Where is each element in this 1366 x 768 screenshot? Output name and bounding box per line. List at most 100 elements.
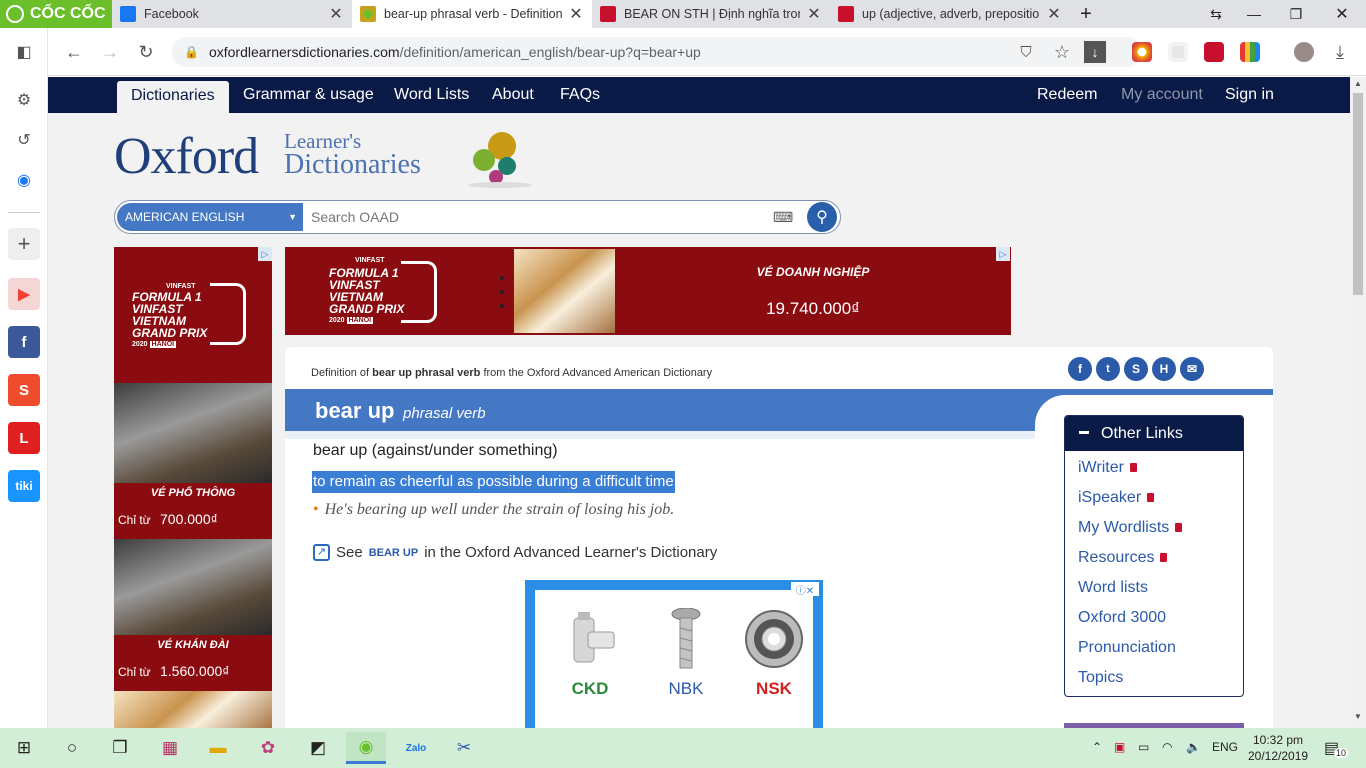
downloads-icon[interactable]: ⤓ — [1326, 38, 1354, 66]
scroll-down-icon[interactable]: ▼ — [1350, 712, 1366, 726]
snipping-icon[interactable]: ✂ — [444, 732, 484, 764]
tray-chevron-icon[interactable]: ⌃ — [1092, 740, 1102, 754]
sidebar-toggle-icon[interactable]: ◧ — [8, 36, 40, 68]
bearing-icon — [745, 610, 803, 668]
tab-cambridge[interactable]: BEAR ON STH | Định nghĩa trong T ✕ — [592, 0, 830, 28]
volume-icon[interactable]: 🔈 — [1186, 740, 1201, 754]
battery-icon[interactable]: ▭ — [1138, 740, 1149, 754]
tab-up[interactable]: up (adjective, adverb, preposition) ✕ — [830, 0, 1070, 28]
tiki-icon[interactable]: tiki — [8, 470, 40, 502]
left-banner-ad[interactable]: VINFAST FORMULA 1 VINFAST VIETNAM GRAND … — [114, 247, 272, 728]
scroll-thumb[interactable] — [1353, 93, 1363, 295]
twitter-share-icon[interactable]: t — [1096, 357, 1120, 381]
tab-facebook[interactable]: Facebook ✕ — [112, 0, 352, 28]
color-extension-icon[interactable] — [1240, 42, 1260, 62]
close-tab-icon[interactable]: ✕ — [806, 4, 822, 24]
forward-icon[interactable]: → — [96, 38, 124, 66]
tab-list-icon[interactable]: ⇆ — [1196, 0, 1236, 28]
scroll-up-icon[interactable]: ▲ — [1350, 79, 1366, 93]
history-icon[interactable]: ↺ — [8, 124, 40, 156]
nav-sign-in[interactable]: Sign in — [1225, 77, 1274, 113]
shield-icon[interactable]: ⛉ — [1012, 38, 1040, 66]
reddit-share-icon[interactable]: H — [1152, 357, 1176, 381]
close-tab-icon[interactable]: ✕ — [328, 4, 344, 24]
other-links-header[interactable]: Other Links — [1065, 416, 1243, 451]
coccoc-extension-icon[interactable] — [1132, 42, 1152, 62]
task-view-icon[interactable]: ❒ — [100, 732, 140, 764]
product-ad[interactable]: CKD NBK NSK ⓘ✕ — [525, 580, 823, 728]
coccoc-taskbar-icon[interactable]: ◉ — [346, 732, 386, 764]
other-link[interactable]: iSpeaker — [1078, 489, 1155, 507]
minimize-icon[interactable]: — — [1234, 0, 1274, 28]
other-link[interactable]: Oxford 3000 — [1078, 609, 1166, 627]
adchoices-close-icon[interactable]: ⓘ✕ — [791, 582, 819, 597]
email-share-icon[interactable]: ✉ — [1180, 357, 1204, 381]
url-domain: oxfordlearnersdictionaries.com — [208, 44, 400, 60]
other-link[interactable]: My Wordlists — [1078, 519, 1183, 537]
file-explorer-icon[interactable]: ▬ — [198, 732, 238, 764]
shopee-icon[interactable]: S — [8, 374, 40, 406]
search-input[interactable]: Search OAAD — [311, 201, 399, 233]
bookmark-star-icon[interactable]: ☆ — [1048, 38, 1076, 66]
close-tab-icon[interactable]: ✕ — [568, 4, 584, 24]
address-bar[interactable]: 🔒 oxfordlearnersdictionaries.com/definit… — [172, 37, 1142, 67]
top-banner-ad[interactable]: VINFAST FORMULA 1 VINFAST VIETNAM GRAND … — [285, 247, 1011, 335]
antivirus-tray-icon[interactable]: ▣ — [1114, 740, 1125, 754]
nav-my-account[interactable]: My account — [1121, 77, 1203, 113]
search-circle-icon[interactable]: ○ — [52, 732, 92, 764]
notes-icon[interactable]: ◩ — [298, 732, 338, 764]
lazada-icon[interactable]: L — [8, 422, 40, 454]
tab-oxford[interactable]: bear-up phrasal verb - Definition, p ✕ — [352, 0, 592, 28]
other-link[interactable]: iWriter — [1078, 459, 1137, 477]
app-store-icon[interactable]: ▦ — [150, 732, 190, 764]
gear-icon[interactable]: ⚙ — [8, 84, 40, 116]
other-link[interactable]: Topics — [1078, 669, 1123, 687]
coccoc-brand-button[interactable]: CỐC CỐC — [0, 0, 112, 28]
other-link[interactable]: Resources — [1078, 549, 1168, 567]
nav-redeem[interactable]: Redeem — [1037, 77, 1097, 113]
keyboard-icon[interactable]: ⌨ — [773, 209, 793, 226]
wifi-icon[interactable]: ◠ — [1162, 740, 1172, 754]
clock[interactable]: 10:32 pm 20/12/2019 — [1248, 732, 1308, 764]
back-icon[interactable]: ← — [60, 38, 88, 66]
paint-icon[interactable]: ✿ — [248, 732, 288, 764]
avatar[interactable] — [1294, 42, 1314, 62]
close-tab-icon[interactable]: ✕ — [1046, 4, 1062, 24]
search-button[interactable]: ⚲ — [807, 202, 837, 232]
language-indicator[interactable]: ENG — [1212, 740, 1238, 754]
nav-grammar[interactable]: Grammar & usage — [243, 77, 374, 113]
nav-dictionaries[interactable]: Dictionaries — [117, 81, 229, 113]
dialect-select[interactable]: AMERICAN ENGLISH ▼ — [117, 203, 303, 231]
top-ad-price: 19.740.000₫ — [766, 299, 860, 318]
nav-word-lists[interactable]: Word Lists — [394, 77, 469, 113]
nav-about[interactable]: About — [492, 77, 534, 113]
clock-time: 10:32 pm — [1253, 733, 1304, 747]
close-window-icon[interactable]: ✕ — [1322, 0, 1362, 28]
messenger-icon[interactable]: ◉ — [8, 164, 40, 196]
windows-start-icon[interactable]: ⊞ — [4, 732, 44, 764]
ticket1-prefix: Chỉ từ — [118, 513, 151, 527]
facebook-icon[interactable]: f — [8, 326, 40, 358]
see-link[interactable]: bear up — [369, 547, 419, 559]
youtube-icon[interactable]: ▶ — [8, 278, 40, 310]
zalo-icon[interactable]: Zalo — [396, 732, 436, 764]
restore-icon[interactable]: ❐ — [1276, 0, 1316, 28]
page-scrollbar[interactable]: ▲ ▼ — [1350, 77, 1366, 728]
download-savior-icon[interactable]: ↓ — [1084, 41, 1106, 63]
stumbleupon-share-icon[interactable]: S — [1124, 357, 1148, 381]
adchoices-icon[interactable]: ▷ — [258, 247, 272, 261]
adblock-extension-icon[interactable] — [1168, 42, 1188, 62]
sense-definition-selected[interactable]: to remain as cheerful as possible during… — [312, 471, 675, 493]
other-link[interactable]: Word lists — [1078, 579, 1148, 597]
adchoices-icon[interactable]: ▷ — [996, 247, 1010, 261]
reload-icon[interactable]: ↻ — [132, 38, 160, 66]
other-link[interactable]: Pronunciation — [1078, 639, 1176, 657]
new-tab-button[interactable]: + — [1066, 0, 1106, 28]
nav-faqs[interactable]: FAQs — [560, 77, 600, 113]
extension-red-icon[interactable] — [1204, 42, 1224, 62]
carousel-dots[interactable]: ● ● ● — [499, 272, 505, 314]
add-app-icon[interactable]: + — [8, 228, 40, 260]
track-photo — [114, 539, 272, 635]
brand-label: CỐC CỐC — [30, 5, 106, 22]
facebook-share-icon[interactable]: f — [1068, 357, 1092, 381]
